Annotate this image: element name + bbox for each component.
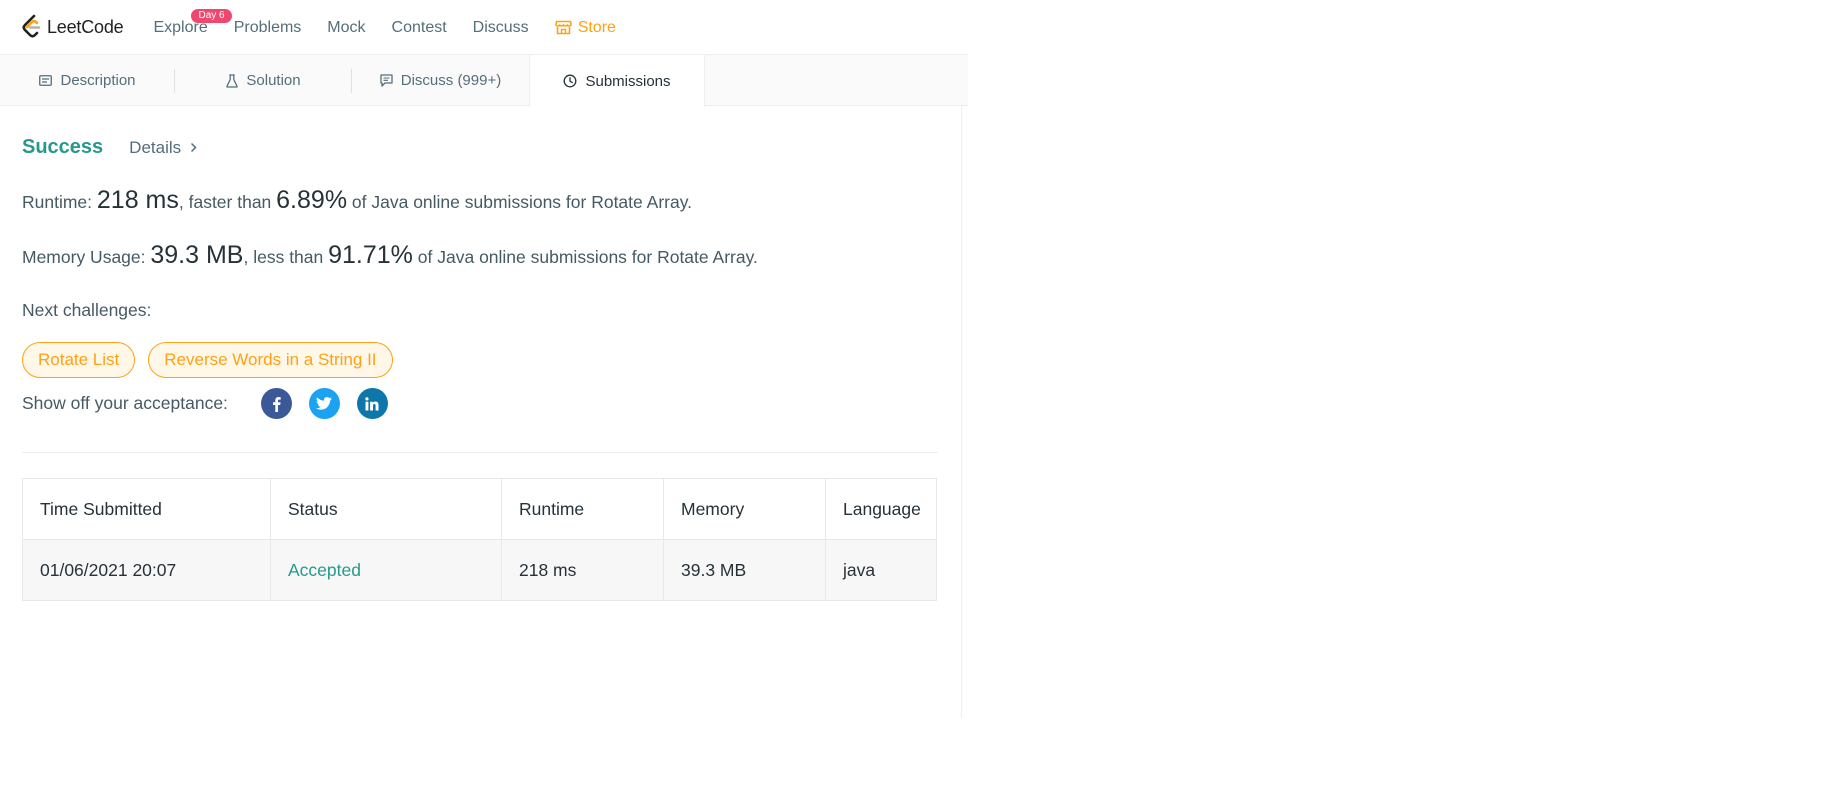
col-language: Language <box>825 478 937 540</box>
runtime-stat: Runtime: 218 ms, faster than 6.89% of Ja… <box>22 186 692 215</box>
result-status: Success <box>22 136 104 158</box>
next-challenges-label: Next challenges: <box>22 300 152 320</box>
memory-mid: , less than <box>243 247 329 267</box>
nav-mock-label: Mock <box>327 18 366 36</box>
chevron-right-icon <box>190 140 197 157</box>
table-header-row: Time Submitted Status Runtime Memory Lan… <box>22 478 937 540</box>
nav-contest-label: Contest <box>391 18 447 36</box>
clock-icon <box>563 74 577 88</box>
flask-icon <box>226 73 239 88</box>
nav-contest[interactable]: Contest <box>392 0 447 55</box>
nav-discuss[interactable]: Discuss <box>473 0 529 55</box>
top-navbar: LeetCode Explore Day 6 Problems Mock Con… <box>0 0 968 55</box>
table-row: 01/06/2021 20:07 Accepted 218 ms 39.3 MB… <box>22 539 937 601</box>
share-label: Show off your acceptance: <box>22 393 228 413</box>
runtime-percent: 6.89% <box>276 186 348 214</box>
details-label: Details <box>129 138 182 157</box>
nav-store-label: Store <box>577 18 616 36</box>
linkedin-icon[interactable] <box>356 388 388 419</box>
tab-submissions-label: Submissions <box>585 72 671 90</box>
divider <box>22 452 938 453</box>
tab-description[interactable]: Description <box>0 55 175 106</box>
memory-value: 39.3 MB <box>150 241 244 269</box>
twitter-icon[interactable] <box>308 388 340 419</box>
nav-store[interactable]: Store <box>554 0 616 55</box>
nav-problems-label: Problems <box>233 18 302 36</box>
details-link[interactable]: Details <box>129 138 197 158</box>
day-badge: Day 6 <box>191 8 232 23</box>
submission-result-panel: Success Details Runtime: 218 ms, faster … <box>0 106 962 718</box>
cell-runtime: 218 ms <box>501 539 664 601</box>
cell-memory: 39.3 MB <box>663 539 826 601</box>
memory-percent: 91.71% <box>328 241 413 269</box>
runtime-suffix: of Java online submissions for Rotate Ar… <box>347 192 693 212</box>
nav-explore[interactable]: Explore Day 6 <box>153 0 232 55</box>
facebook-icon[interactable] <box>260 388 292 419</box>
comment-icon <box>380 74 393 87</box>
col-status: Status <box>270 478 502 540</box>
challenge-reverse-words[interactable]: Reverse Words in a String II <box>148 342 393 378</box>
tab-discuss[interactable]: Discuss (999+) <box>352 55 529 106</box>
challenge-rotate-list[interactable]: Rotate List <box>22 342 136 378</box>
col-memory: Memory <box>663 478 826 540</box>
result-header: Success Details <box>22 136 197 159</box>
tab-solution-label: Solution <box>246 72 301 89</box>
nav-mock[interactable]: Mock <box>327 0 365 55</box>
col-time-submitted: Time Submitted <box>22 478 271 540</box>
memory-suffix: of Java online submissions for Rotate Ar… <box>412 247 758 267</box>
problem-tabs: Description Solution Discuss (999+) Subm… <box>0 55 968 107</box>
nav-problems[interactable]: Problems <box>234 0 302 55</box>
submissions-table: Time Submitted Status Runtime Memory Lan… <box>22 478 937 601</box>
description-icon <box>39 75 53 86</box>
cell-language: java <box>825 539 937 601</box>
nav-discuss-label: Discuss <box>472 18 529 36</box>
store-icon <box>554 20 572 34</box>
tab-submissions[interactable]: Submissions <box>529 55 705 107</box>
memory-prefix: Memory Usage: <box>22 247 151 267</box>
runtime-prefix: Runtime: <box>22 192 97 212</box>
runtime-mid: , faster than <box>178 192 277 212</box>
cell-time: 01/06/2021 20:07 <box>22 539 271 601</box>
memory-stat: Memory Usage: 39.3 MB, less than 91.71% … <box>22 241 758 270</box>
col-runtime: Runtime <box>501 478 664 540</box>
leetcode-logo-icon <box>22 14 41 38</box>
cell-status-link[interactable]: Accepted <box>270 539 502 601</box>
leetcode-logo[interactable]: LeetCode <box>21 0 124 55</box>
runtime-value: 218 ms <box>96 186 179 214</box>
logo-text: LeetCode <box>47 16 124 37</box>
next-challenges: Rotate List Reverse Words in a String II <box>22 342 406 378</box>
tab-discuss-label: Discuss (999+) <box>400 72 502 89</box>
tab-solution[interactable]: Solution <box>175 55 352 106</box>
tab-description-label: Description <box>60 72 136 89</box>
share-row: Show off your acceptance: <box>22 388 405 419</box>
